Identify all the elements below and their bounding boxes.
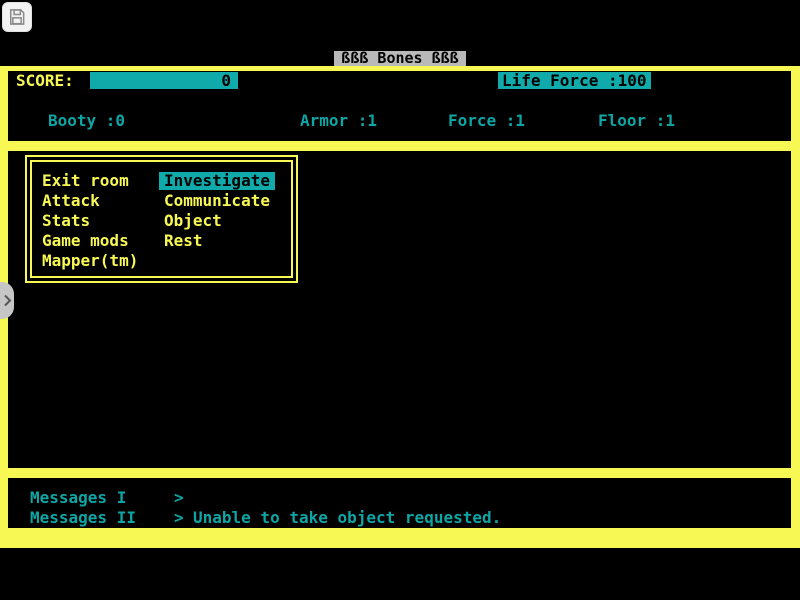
life-force-badge: Life Force :100 [498,72,651,89]
menu-item-investigate[interactable]: Investigate [159,172,275,190]
menu-item-object[interactable]: Object [159,212,227,230]
title-bar: ßßß Bones ßßß [0,51,800,66]
menu-item-exit-room[interactable]: Exit room [37,172,134,190]
armor-stat: Armor :1 [300,112,377,129]
menu-item-attack[interactable]: Attack [37,192,105,210]
force-stat: Force :1 [448,112,525,129]
messages-1-prompt: > [174,489,184,506]
menu-item-stats[interactable]: Stats [37,212,95,230]
game-screen: ßßß Bones ßßß SCORE: 0 Life Force :100 B… [0,0,800,600]
messages-2-text: Unable to take object requested. [193,509,501,526]
menu-item-rest[interactable]: Rest [159,232,208,250]
main-panel: Exit room Attack Stats Game mods Mapper(… [0,146,800,473]
stats-area: SCORE: 0 Life Force :100 Booty :0 Armor … [8,71,791,141]
room-area: Exit room Attack Stats Game mods Mapper(… [8,151,791,468]
floor-stat: Floor :1 [598,112,675,129]
chevron-right-icon [3,294,12,307]
score-label: SCORE: [16,72,74,89]
score-bar: 0 [90,72,238,89]
messages-2-label: Messages II [30,509,136,526]
messages-1-label: Messages I [30,489,126,506]
messages-2-prompt: > [174,509,184,526]
messages-panel: Messages I > Messages II > Unable to tak… [0,473,800,548]
game-title: ßßß Bones ßßß [334,51,465,66]
menu-item-game-mods[interactable]: Game mods [37,232,134,250]
menu-item-mapper[interactable]: Mapper(tm) [37,252,143,270]
stats-panel: SCORE: 0 Life Force :100 Booty :0 Armor … [0,66,800,146]
score-value: 0 [221,71,231,90]
save-button[interactable] [2,2,32,32]
action-menu: Exit room Attack Stats Game mods Mapper(… [25,155,298,283]
menu-item-communicate[interactable]: Communicate [159,192,275,210]
floppy-disk-icon [7,7,27,27]
booty-stat: Booty :0 [48,112,125,129]
sidebar-toggle-button[interactable] [0,282,14,319]
messages-area: Messages I > Messages II > Unable to tak… [8,478,791,528]
